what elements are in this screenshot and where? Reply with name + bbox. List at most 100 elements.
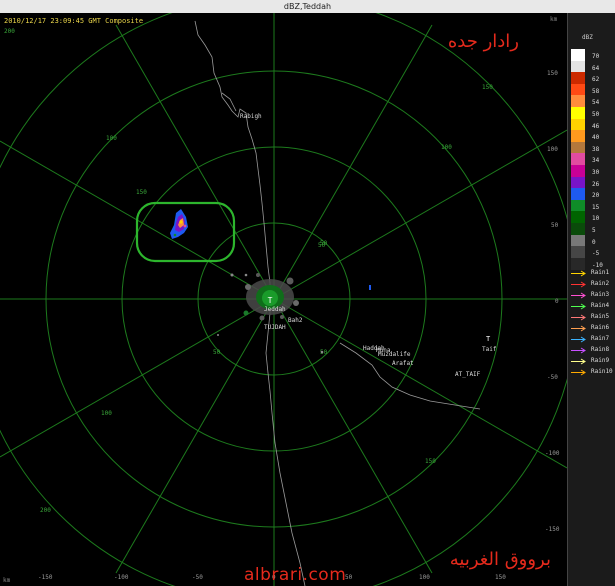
colorbar-label: 70 [592,53,600,60]
colorbar-label: 15 [592,203,600,211]
svg-text:150: 150 [482,84,493,91]
colorbar-label: 54 [592,99,600,107]
overlay-signature: برووق الغربيه [449,549,551,570]
colorbar-swatch [571,49,585,61]
colorbar-label: 30 [592,169,600,176]
svg-text:150: 150 [495,574,506,581]
place-arafat: Arafat [392,360,414,367]
place-altaif: AT_TAIF [455,371,481,378]
radar-site-marker: T [268,296,273,305]
legend-arrow-icon [571,358,586,365]
legend-arrow-icon [571,336,586,343]
colorbar-label: -5 [592,250,600,258]
place-taif: Taif [482,346,497,353]
ring-label-150: 150 [136,189,147,196]
svg-text:150: 150 [547,70,558,77]
colorbar-swatch [571,188,585,201]
colorbar-label: 58 [592,87,600,95]
colorbar-swatch [571,60,585,73]
y-axis-ticks: 150 100 50 0 -50 -100 -150 [545,70,560,533]
legend-label: Rain4 [591,302,610,309]
colorbar-swatch [571,83,585,96]
colorbar-label: 50 [592,111,600,118]
legend-arrow-icon [571,292,586,299]
legend-arrow-icon [571,281,586,288]
legend-arrow-icon [571,369,586,376]
legend-item[interactable]: Rain4 [570,301,615,312]
legend-item[interactable]: Rain10 [570,367,615,378]
colorbar-label: 40 [592,134,600,142]
legend-label: Rain9 [591,357,610,364]
legend-label: Rain8 [591,346,610,353]
watermark: albrari.com [244,565,347,585]
legend-arrow-icon [571,270,586,277]
place-tujeddah: TUJDAH [264,324,286,331]
radar-viewport[interactable]: 50 100 150 200 150 100 50 50 50 100 150 … [0,13,567,586]
legend-item[interactable]: Rain2 [570,279,615,290]
colorbar-swatch [571,223,585,235]
colorbar-swatch [571,165,585,177]
colorbar-swatch [571,199,585,212]
colorbar-label: 62 [592,76,600,84]
legend-item[interactable]: Rain3 [570,290,615,301]
colorbar-swatch [571,234,585,247]
legend-label: Rain3 [591,291,610,298]
colorbar-swatch [571,107,585,119]
svg-text:-50: -50 [547,374,558,381]
legend-item[interactable]: Rain9 [570,356,615,367]
colorbar-swatch [571,246,585,259]
ring-label-200: 200 [4,28,15,35]
colorbar-swatch [571,95,585,108]
radar-map[interactable]: 50 100 150 200 150 100 50 50 50 100 150 … [0,13,567,586]
legend-label: Rain10 [591,368,613,375]
ring-labels: 50 100 150 200 150 100 50 50 50 100 150 … [4,28,493,514]
svg-text:100: 100 [101,410,112,417]
colorbar-label: 34 [592,157,600,165]
colorbar-swatch [571,211,585,224]
svg-text:0: 0 [555,298,559,305]
colorbar-label: 20 [592,192,600,200]
svg-text:50: 50 [320,240,328,247]
colorbar-label: 5 [592,227,596,234]
place-labels: Rabigh Jeddah TUJDAH Bah2 Haddah Muna Mu… [240,113,497,378]
overlay-title: رادار جده [447,31,519,52]
legend-item[interactable]: Rain1 [570,268,615,279]
svg-text:-100: -100 [545,450,560,457]
colorbar-swatch [571,130,585,143]
svg-text:150: 150 [425,458,436,465]
legend-label: Rain5 [591,313,610,320]
legend-label: Rain7 [591,335,610,342]
legend-item[interactable]: Rain6 [570,323,615,334]
svg-text:100: 100 [547,146,558,153]
side-panel: dBZ 70 64 62 58 54 50 46 40 38 34 30 26 20 15 10 5 0 -5 -1… [567,13,615,586]
svg-text:-50: -50 [192,574,203,581]
colorbar-swatch [571,176,585,189]
legend-label: Rain1 [591,269,610,276]
svg-text:T: T [268,296,273,305]
svg-text:-150: -150 [38,574,53,581]
legend-item[interactable]: Rain8 [570,345,615,356]
colorbar-swatch [571,153,585,166]
ring-label-100: 100 [106,135,117,142]
legend-item[interactable]: Rain7 [570,334,615,345]
status-timestamp: 2010/12/17 23:09:45 GMT Composite [4,17,144,25]
svg-text:-100: -100 [114,574,129,581]
unit-km-bottom: km [3,577,11,584]
svg-text:50: 50 [213,349,221,356]
legend-label: Rain2 [591,280,610,287]
svg-text:50: 50 [551,222,559,229]
window-title: dBZ,Teddah [0,0,615,14]
colorbar-swatch [571,141,585,154]
place-jeddah: Jeddah [264,306,286,313]
colorbar-swatch [571,72,585,85]
colorbar-label: 38 [592,145,600,153]
legend-arrow-icon [571,347,586,354]
colorbar-unit: dBZ [582,34,593,41]
legend-arrow-icon [571,303,586,310]
colorbar-swatch [571,118,585,131]
legend-arrow-icon [571,325,586,332]
colorbar-label: 10 [592,215,600,223]
svg-text:-150: -150 [545,526,560,533]
legend-item[interactable]: Rain5 [570,312,615,323]
svg-text:100: 100 [441,144,452,151]
